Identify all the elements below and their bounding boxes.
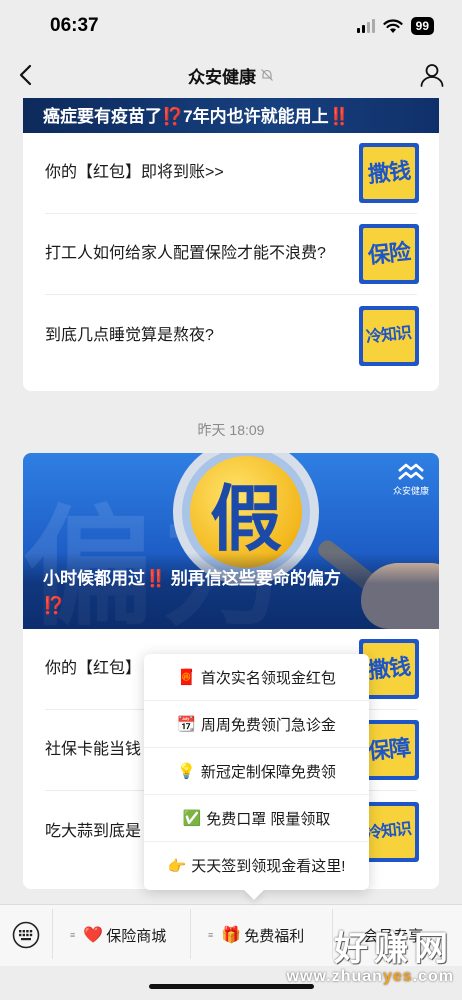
tab-label: 免费福利 <box>244 927 305 945</box>
exclamation-question-icon: ⁉️ <box>162 107 184 126</box>
watermark-url-suffix: .com <box>412 968 454 985</box>
red-packet-icon: 🧧 <box>177 669 196 686</box>
brand-name: 众安健康 <box>392 486 429 496</box>
tab-member-exclusive[interactable]: ≡ 会员专享 <box>350 905 423 965</box>
menu-item-label: 新冠定制保障免费领 <box>200 763 336 781</box>
article-title: 打工人如何给家人配置保险才能不浪费? <box>45 245 326 262</box>
thumbnail-label: 保险 <box>366 238 412 269</box>
submenu-indicator-icon: ≡ <box>350 930 356 940</box>
muted-bell-icon <box>261 69 273 81</box>
nav-title-wrap: 众安健康 <box>188 63 274 88</box>
zhongan-logo-icon <box>398 463 424 480</box>
battery-indicator: 99 <box>410 17 434 35</box>
article-card[interactable]: 癌症要有疫苗了⁉️7年内也许就能用上‼️ 你的【红包】即将到账>> 撒钱 打工人… <box>23 98 439 391</box>
watermark-url-prefix: www.zhuan <box>286 968 383 985</box>
menu-item-free-masks[interactable]: ✅ 免费口罩 限量领取 <box>144 795 369 842</box>
nav-title: 众安健康 <box>188 67 256 87</box>
article-item[interactable]: 你的【红包】即将到账>> 撒钱 <box>45 133 419 214</box>
menu-item-label: 免费口罩 限量领取 <box>206 810 331 828</box>
tab-insurance-mall[interactable]: ≡ ❤️ 保险商城 <box>70 905 166 965</box>
heart-icon: ❤️ <box>83 927 104 944</box>
profile-icon[interactable] <box>418 61 446 89</box>
thumbnail-label: 撒钱 <box>366 157 412 188</box>
article-thumbnail: 撒钱 <box>359 143 419 203</box>
official-account-menu-bar: ≡ ❤️ 保险商城 ≡ 🎁 免费福利 ≡ 会员专享 <box>0 904 462 966</box>
status-time: 06:37 <box>50 15 99 36</box>
double-exclamation-icon: ‼️ <box>328 107 350 126</box>
tab-divider <box>52 909 53 959</box>
submenu-indicator-icon: ≡ <box>70 930 76 940</box>
caption-text: 小时候都用过 <box>43 569 145 588</box>
tab-divider <box>332 909 333 959</box>
double-exclamation-icon: ‼️ <box>145 569 167 588</box>
gift-icon: 🎁 <box>221 927 242 944</box>
home-indicator <box>149 984 314 989</box>
check-icon: ✅ <box>182 810 202 827</box>
tab-free-benefits[interactable]: ≡ 🎁 免费福利 <box>208 905 304 965</box>
tab-label: 保险商城 <box>106 927 167 945</box>
tab-label: 会员专享 <box>363 927 424 945</box>
hero-caption: 小时候都用过‼️ 别再信这些要命的偏方 ⁉️ <box>23 553 439 629</box>
thumbnail-label: 冷知识 <box>365 820 413 843</box>
watermark-url-highlight: yes <box>382 968 413 985</box>
keyboard-toggle-icon[interactable] <box>12 921 40 949</box>
thumbnail-label: 撒钱 <box>366 653 412 684</box>
wifi-icon <box>383 18 403 33</box>
brand-logo: 众安健康 <box>393 461 429 497</box>
article-item[interactable]: 打工人如何给家人配置保险才能不浪费? 保险 <box>45 214 419 295</box>
hero-big-char: 假 <box>190 456 302 568</box>
message-timestamp: 昨天 18:09 <box>197 422 265 438</box>
thumbnail-label: 保障 <box>366 734 412 765</box>
article-item[interactable]: 到底几点睡觉算是熬夜? 冷知识 <box>45 295 419 376</box>
cellular-signal-icon <box>356 19 375 33</box>
menu-item-label: 天天签到领现金看这里! <box>191 858 346 875</box>
menu-item-red-packet[interactable]: 🧧 首次实名领现金红包 <box>144 654 369 701</box>
pointing-hand-icon: 👉 <box>167 857 187 875</box>
article-thumbnail: 保险 <box>359 224 419 284</box>
banner-headline[interactable]: 癌症要有疫苗了⁉️7年内也许就能用上‼️ <box>23 98 439 133</box>
nav-bar: 众安健康 <box>0 52 462 98</box>
menu-item-label: 首次实名领现金红包 <box>200 669 336 687</box>
calendar-icon: 📆 <box>177 716 196 733</box>
tab-divider <box>190 909 191 959</box>
caption-text: 别再信这些要命的偏方 <box>166 569 341 588</box>
headline-text: 癌症要有疫苗了 <box>43 107 162 126</box>
article-title: 你的【红包】即将到账>> <box>45 164 224 181</box>
menu-item-clinic-fund[interactable]: 📆 周周免费领门急诊金 <box>144 701 369 748</box>
lightbulb-icon: 💡 <box>177 763 196 780</box>
exclamation-question-icon: ⁉️ <box>43 596 65 615</box>
submenu-popup: 🧧 首次实名领现金红包 📆 周周免费领门急诊金 💡 新冠定制保障免费领 ✅ 免费… <box>144 654 369 900</box>
menu-item-label: 周周免费领门急诊金 <box>200 716 336 734</box>
article-title: 到底几点睡觉算是熬夜? <box>45 326 214 344</box>
headline-text: 7年内也许就能用上 <box>183 107 329 126</box>
thumbnail-label: 冷知识 <box>365 324 413 347</box>
hero-article[interactable]: 偏方 假 众安健康 小时候都用过‼️ 别再信这些要命的偏方⁉️ <box>23 453 439 629</box>
status-bar: 06:37 99 <box>0 0 462 52</box>
submenu-indicator-icon: ≡ <box>208 930 214 940</box>
back-chevron-icon[interactable] <box>14 62 40 88</box>
status-icons: 99 <box>356 17 434 35</box>
menu-item-covid-coverage[interactable]: 💡 新冠定制保障免费领 <box>144 748 369 795</box>
article-thumbnail: 冷知识 <box>359 305 419 366</box>
